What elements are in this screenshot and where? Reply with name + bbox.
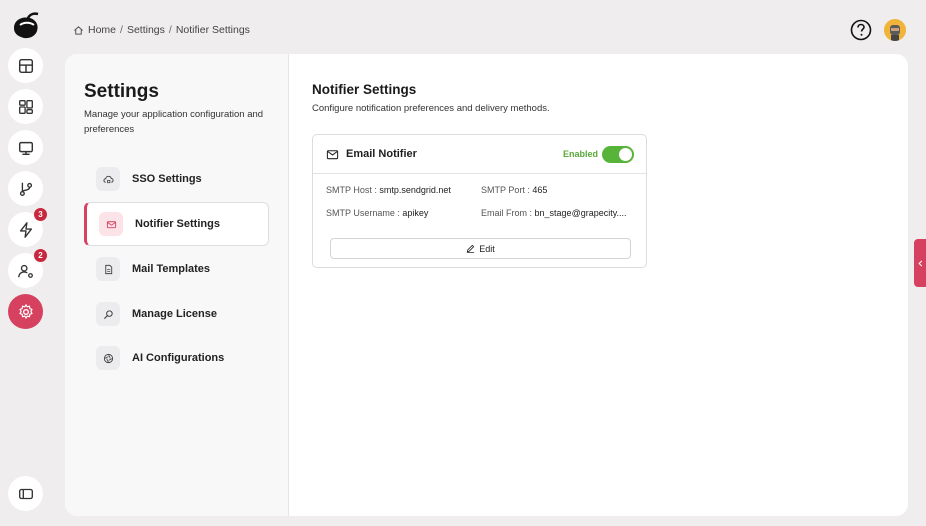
smtp-port-value: 465 (532, 185, 548, 195)
sidebar-item-manage-license[interactable]: Manage License (84, 292, 269, 336)
sidebar-item-label: AI Configurations (132, 352, 225, 364)
alerts-button[interactable]: 3 (8, 208, 47, 247)
top-right-actions (850, 19, 906, 41)
help-icon[interactable] (850, 19, 872, 41)
apps-grid-icon (18, 99, 33, 114)
content-header: Notifier Settings Configure notification… (312, 82, 550, 114)
git-branch-icon (19, 182, 32, 196)
page-description: Configure notification preferences and d… (312, 103, 550, 114)
smtp-port-field: SMTP Port : 465 (481, 185, 547, 195)
alerts-badge: 3 (34, 208, 47, 221)
sidebar-item-sso-settings[interactable]: SSO Settings (84, 157, 269, 201)
breadcrumb-settings[interactable]: Settings (127, 24, 165, 36)
breadcrumb-current: Notifier Settings (175, 24, 250, 36)
email-notifier-card: Email Notifier Enabled SMTP Host : smtp.… (312, 134, 647, 268)
sidebar-panel-icon (18, 488, 33, 499)
monitor-button[interactable] (8, 130, 43, 165)
settings-title: Settings (84, 81, 159, 102)
left-rail: 3 2 (0, 0, 52, 526)
side-panel-toggle[interactable] (914, 239, 926, 287)
monitor-icon (18, 141, 33, 155)
breadcrumb: Home / Settings / Notifier Settings (73, 24, 250, 36)
pencil-icon (467, 244, 475, 253)
table-layout-icon (18, 58, 33, 73)
enabled-status-label: Enabled (562, 149, 598, 159)
sidebar-item-mail-templates[interactable]: Mail Templates (84, 247, 269, 291)
toggle-knob (619, 147, 632, 161)
sidebar-item-label: Notifier Settings (135, 218, 220, 230)
cloud-lock-icon (96, 167, 120, 191)
sidebar-item-notifier-settings[interactable]: Notifier Settings (84, 202, 269, 246)
sidebar-item-label: Mail Templates (132, 263, 211, 275)
sidebar-item-ai-configurations[interactable]: AI Configurations (84, 336, 269, 380)
breadcrumb-home[interactable]: Home (88, 24, 116, 36)
sidebar-toggle-button[interactable] (8, 476, 43, 511)
dashboard-grid-button[interactable] (8, 48, 43, 83)
workflow-button[interactable] (8, 171, 43, 206)
email-from-field: Email From : bn_stage@grapecity.... (481, 208, 627, 218)
app-logo-icon[interactable] (10, 10, 42, 42)
email-from-label: Email From : (481, 208, 533, 218)
apps-button[interactable] (8, 89, 43, 124)
main-card: Settings Manage your application configu… (65, 54, 908, 516)
sidebar-item-label: Manage License (132, 308, 217, 320)
edit-button[interactable]: Edit (330, 238, 631, 259)
email-notifier-toggle[interactable] (602, 145, 634, 163)
user-settings-button[interactable]: 2 (8, 249, 47, 288)
settings-button[interactable] (8, 294, 43, 329)
settings-description: Manage your application configuration an… (84, 109, 264, 135)
document-icon (96, 257, 120, 281)
key-search-icon (96, 302, 120, 326)
smtp-host-label: SMTP Host : (326, 185, 377, 195)
user-avatar[interactable] (884, 19, 906, 41)
sidebar-item-label: SSO Settings (132, 173, 202, 185)
edit-button-label: Edit (479, 243, 495, 254)
avatar-icon (884, 19, 906, 41)
smtp-port-label: SMTP Port : (481, 185, 530, 195)
smtp-host-field: SMTP Host : smtp.sendgrid.net (326, 185, 451, 195)
gear-icon (18, 303, 33, 319)
mail-icon (99, 212, 123, 236)
page-title: Notifier Settings (312, 82, 417, 97)
settings-sidebar: Settings Manage your application configu… (65, 54, 289, 516)
smtp-username-label: SMTP Username : (326, 208, 400, 218)
smtp-host-value: smtp.sendgrid.net (379, 185, 451, 195)
lightning-icon (19, 221, 32, 238)
smtp-username-value: apikey (402, 208, 429, 218)
mail-icon (326, 149, 339, 159)
breadcrumb-separator: / (168, 24, 172, 36)
smtp-username-field: SMTP Username : apikey (326, 208, 428, 218)
chevron-left-icon (917, 260, 922, 266)
ai-aperture-icon (96, 346, 120, 370)
home-icon[interactable] (73, 25, 84, 36)
email-from-value: bn_stage@grapecity.... (534, 208, 627, 218)
users-badge: 2 (34, 249, 47, 262)
breadcrumb-separator: / (120, 24, 123, 36)
email-notifier-header: Email Notifier Enabled (313, 135, 646, 174)
email-notifier-title: Email Notifier (346, 148, 417, 160)
user-gear-icon (17, 264, 33, 278)
